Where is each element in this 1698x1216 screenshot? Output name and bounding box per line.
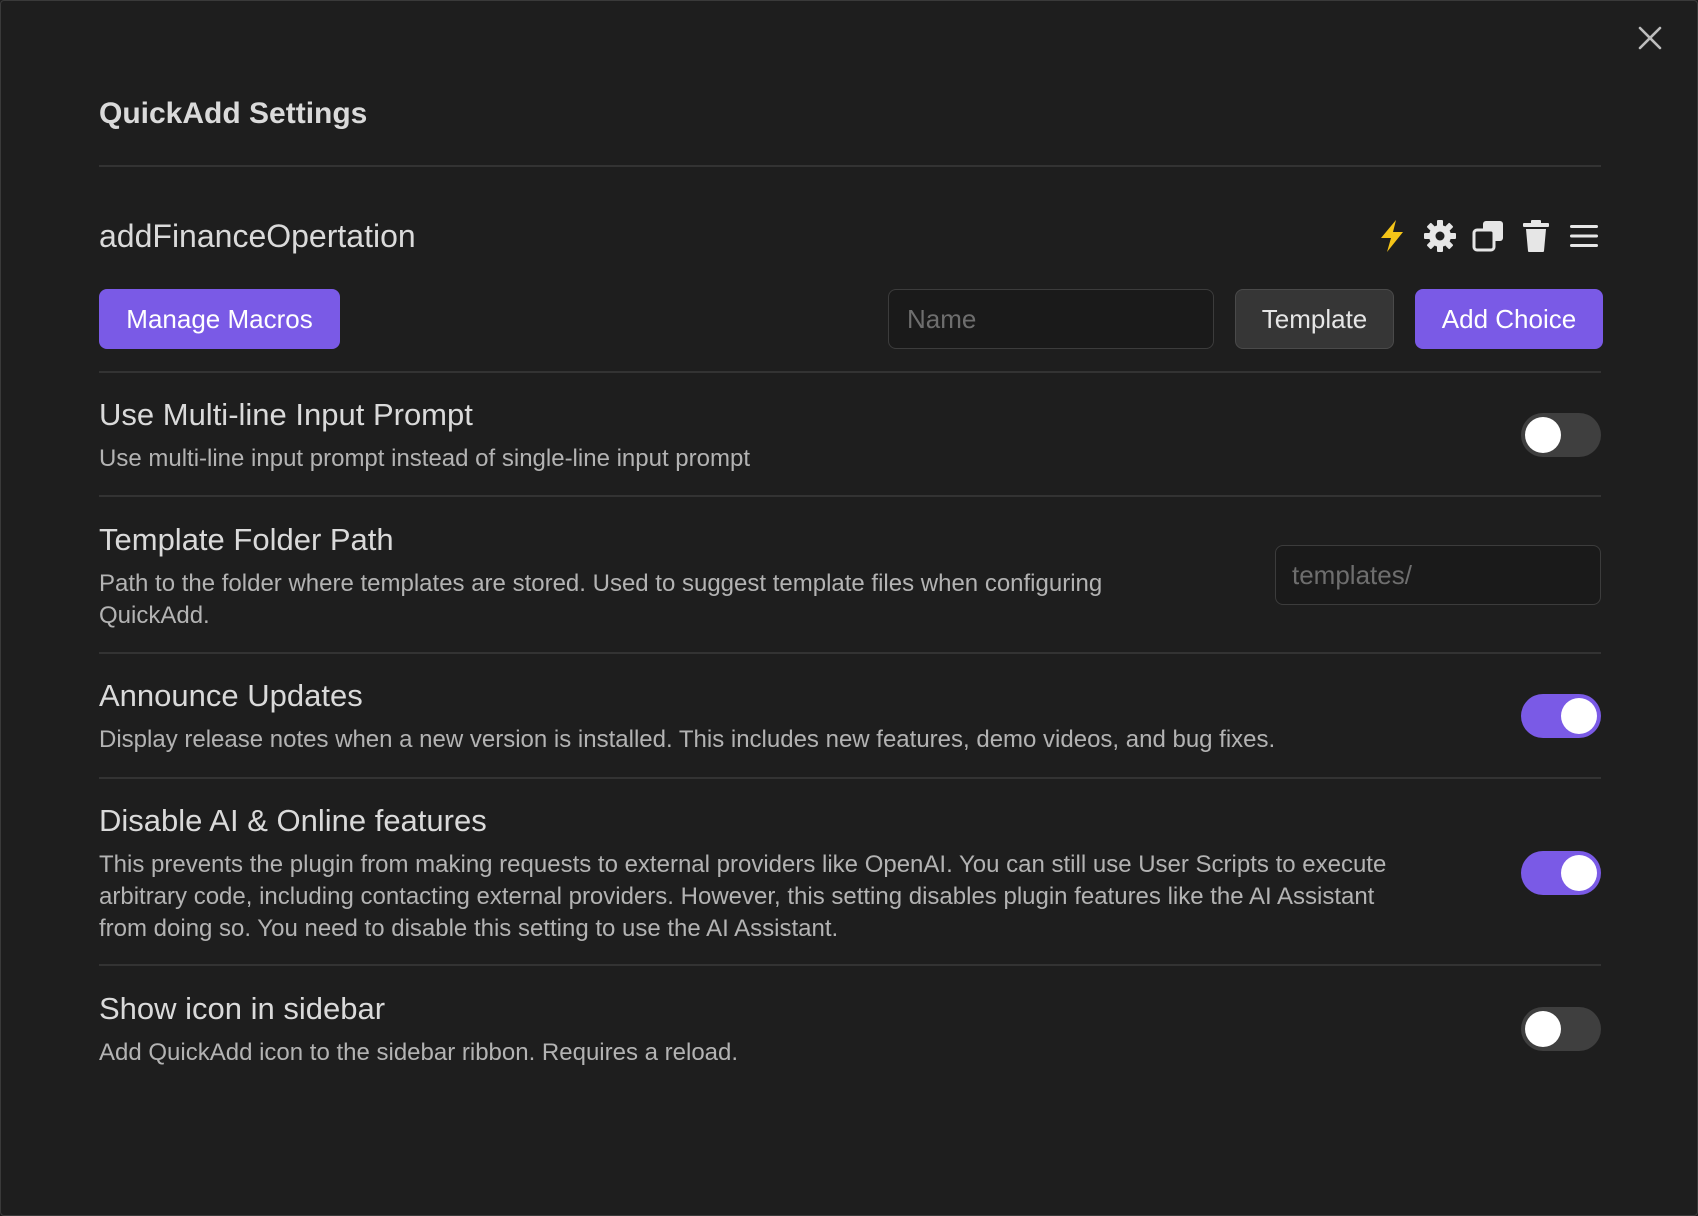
setting-disable-ai-online: Disable AI & Online features This preven… bbox=[99, 803, 1601, 945]
divider bbox=[99, 371, 1601, 373]
multiline-input-toggle[interactable] bbox=[1521, 413, 1601, 457]
choice-type-dropdown[interactable]: Template bbox=[1235, 289, 1394, 349]
setting-description-line: arbitrary code, including contacting ext… bbox=[99, 883, 1375, 910]
toggle-knob bbox=[1525, 1011, 1561, 1047]
setting-description: Add QuickAdd icon to the sidebar ribbon.… bbox=[99, 1039, 739, 1066]
gear-icon[interactable] bbox=[1423, 219, 1457, 253]
setting-description: This prevents the plugin from making req… bbox=[99, 849, 1471, 945]
setting-name: Announce Updates bbox=[99, 678, 363, 713]
settings-modal: QuickAdd Settings addFinanceOpertation M… bbox=[0, 0, 1698, 1216]
close-button[interactable] bbox=[1633, 21, 1667, 55]
divider bbox=[99, 165, 1601, 167]
choice-name: addFinanceOpertation bbox=[99, 217, 416, 254]
close-icon bbox=[1638, 26, 1662, 50]
setting-show-sidebar-icon: Show icon in sidebar Add QuickAdd icon t… bbox=[99, 991, 1601, 1069]
setting-description-line: This prevents the plugin from making req… bbox=[99, 851, 1387, 878]
setting-description-line: from doing so. You need to disable this … bbox=[99, 915, 839, 942]
setting-name: Disable AI & Online features bbox=[99, 803, 487, 838]
choice-row: addFinanceOpertation bbox=[99, 213, 1601, 259]
sidebar-icon-toggle[interactable] bbox=[1521, 1007, 1601, 1051]
duplicate-icon[interactable] bbox=[1471, 219, 1505, 253]
setting-announce-updates: Announce Updates Display release notes w… bbox=[99, 678, 1601, 756]
divider bbox=[99, 652, 1601, 654]
toggle-knob bbox=[1561, 855, 1597, 891]
divider bbox=[99, 495, 1601, 497]
setting-name: Show icon in sidebar bbox=[99, 991, 386, 1026]
setting-description: Display release notes when a new version… bbox=[99, 726, 1276, 753]
setting-multiline-input: Use Multi-line Input Prompt Use multi-li… bbox=[99, 397, 1601, 475]
toggle-knob bbox=[1525, 417, 1561, 453]
lightning-icon[interactable] bbox=[1375, 219, 1409, 253]
setting-template-folder-path: Template Folder Path Path to the folder … bbox=[99, 522, 1601, 632]
divider bbox=[99, 964, 1601, 966]
trash-icon[interactable] bbox=[1519, 219, 1553, 253]
setting-name: Use Multi-line Input Prompt bbox=[99, 397, 473, 432]
announce-updates-toggle[interactable] bbox=[1521, 694, 1601, 738]
add-choice-button[interactable]: Add Choice bbox=[1415, 289, 1603, 349]
toggle-knob bbox=[1561, 698, 1597, 734]
page-title: QuickAdd Settings bbox=[99, 97, 368, 130]
choice-action-row: Manage Macros Template Add Choice bbox=[99, 289, 1603, 349]
disable-ai-toggle[interactable] bbox=[1521, 851, 1601, 895]
choice-actions bbox=[1375, 219, 1601, 253]
drag-handle-icon[interactable] bbox=[1567, 219, 1601, 253]
choice-name-input[interactable] bbox=[888, 289, 1214, 349]
divider bbox=[99, 777, 1601, 779]
template-folder-path-input[interactable] bbox=[1275, 545, 1601, 605]
manage-macros-button[interactable]: Manage Macros bbox=[99, 289, 340, 349]
setting-description: Use multi-line input prompt instead of s… bbox=[99, 445, 750, 472]
